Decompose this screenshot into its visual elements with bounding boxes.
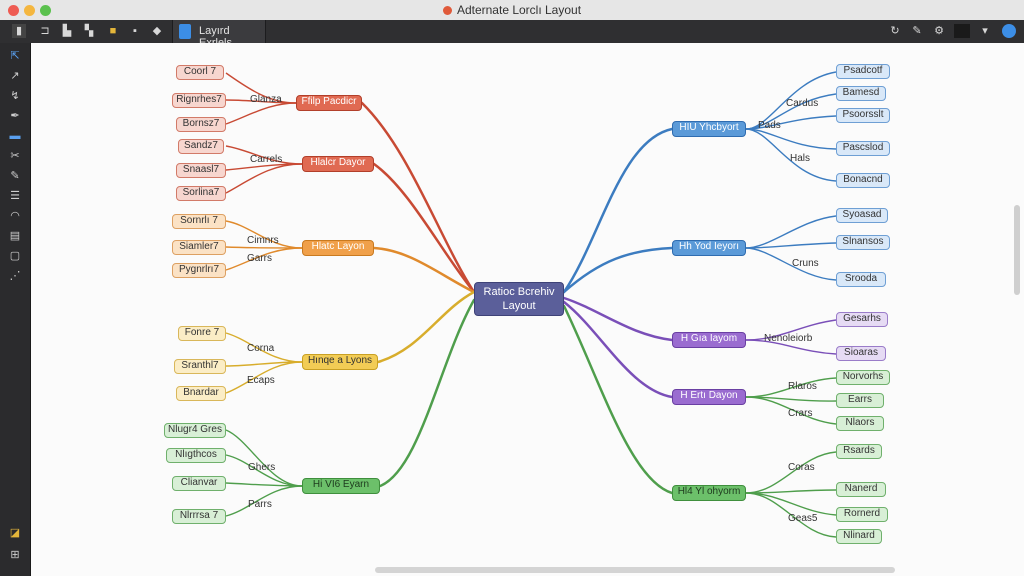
leaf-node[interactable]: Earrs xyxy=(836,393,884,408)
mid-label: Carrels xyxy=(250,154,283,165)
mid-label: Cruns xyxy=(792,258,819,269)
leaf-node[interactable]: Bonacnd xyxy=(836,173,890,188)
leaf-node[interactable]: Siamler7 xyxy=(172,240,226,255)
mid-label: Glanza xyxy=(250,94,282,105)
branch-right-1[interactable]: HIU Yhcbyort xyxy=(672,121,746,137)
mid-label: Corna xyxy=(247,343,275,354)
leaf-node[interactable]: Nlinard xyxy=(836,529,882,544)
mid-label: Geas5 xyxy=(788,513,818,524)
mid-label: Hals xyxy=(790,153,811,164)
mid-label: Pads xyxy=(758,120,781,131)
leaf-node[interactable]: Nlaors xyxy=(836,416,884,431)
leaf-node[interactable]: Sandz7 xyxy=(178,139,224,154)
mid-label: Cimnrs xyxy=(247,235,279,246)
mid-label: Rlaros xyxy=(788,381,817,392)
leaf-node[interactable]: Nanerd xyxy=(836,482,886,497)
central-topic[interactable]: Ratioc Bcrehiv Layout xyxy=(474,282,564,316)
mid-label: Coras xyxy=(788,462,815,473)
leaf-node[interactable]: Sorlina7 xyxy=(176,186,226,201)
leaf-node[interactable]: Nlıgthcos xyxy=(166,448,226,463)
mid-label: Nenoleiorb xyxy=(764,333,813,344)
leaf-node[interactable]: Coorl 7 xyxy=(176,65,224,80)
branch-left-3[interactable]: Hlatc Layon xyxy=(302,240,374,256)
mid-label: Crars xyxy=(788,408,813,419)
leaf-node[interactable]: Gesarhs xyxy=(836,312,888,327)
leaf-node[interactable]: Sioaras xyxy=(836,346,886,361)
central-topic-line1: Ratioc Bcrehiv xyxy=(483,286,555,298)
leaf-node[interactable]: Srooda xyxy=(836,272,886,287)
branch-left-2[interactable]: Hlalcr Dayor xyxy=(302,156,374,172)
mid-label: Cardus xyxy=(786,98,819,109)
branch-left-4[interactable]: Hınqe a Lyons xyxy=(302,354,378,370)
leaf-node[interactable]: Rignrhes7 xyxy=(172,93,226,108)
leaf-node[interactable]: Rsards xyxy=(836,444,882,459)
horizontal-scrollbar[interactable] xyxy=(375,567,895,573)
branch-right-4[interactable]: H Ertı Dayon xyxy=(672,389,746,405)
leaf-node[interactable]: Snaasl7 xyxy=(176,163,226,178)
leaf-node[interactable]: Sranthl7 xyxy=(174,359,226,374)
mid-label: Ecaps xyxy=(247,375,275,386)
mid-label: Garrs xyxy=(247,253,272,264)
branch-left-1[interactable]: Ffilp Pacdicr xyxy=(296,95,362,111)
leaf-node[interactable]: Bamesd xyxy=(836,86,886,101)
leaf-node[interactable]: Slnansos xyxy=(836,235,890,250)
leaf-node[interactable]: Syoasad xyxy=(836,208,888,223)
leaf-node[interactable]: Nlugr4 Gres xyxy=(164,423,226,438)
leaf-node[interactable]: Sornrlı 7 xyxy=(172,214,226,229)
leaf-node[interactable]: Clianvar xyxy=(172,476,226,491)
branch-right-5[interactable]: Hl4 Yl ohyorm xyxy=(672,485,746,501)
leaf-node[interactable]: Nlrrrsa 7 xyxy=(172,509,226,524)
mid-label: Ghers xyxy=(248,462,276,473)
leaf-node[interactable]: Norvorhs xyxy=(836,370,890,385)
mid-label: Parrs xyxy=(248,499,272,510)
branch-right-3[interactable]: H Gıa Iayom xyxy=(672,332,746,348)
leaf-node[interactable]: Psoorsslt xyxy=(836,108,890,123)
leaf-node[interactable]: Bnardar xyxy=(176,386,226,401)
leaf-node[interactable]: Bornsz7 xyxy=(176,117,226,132)
leaf-node[interactable]: Psadcotf xyxy=(836,64,890,79)
vertical-scrollbar[interactable] xyxy=(1014,205,1020,295)
branch-left-5[interactable]: Hi VI6 Eyarn xyxy=(302,478,380,494)
branch-right-2[interactable]: Hh Yod Ieyorı xyxy=(672,240,746,256)
leaf-node[interactable]: Pascslod xyxy=(836,141,890,156)
central-topic-line2: Layout xyxy=(502,300,536,312)
leaf-node[interactable]: Pygnrlrı7 xyxy=(172,263,226,278)
leaf-node[interactable]: Rornerd xyxy=(836,507,888,522)
leaf-node[interactable]: Fonre 7 xyxy=(178,326,226,341)
